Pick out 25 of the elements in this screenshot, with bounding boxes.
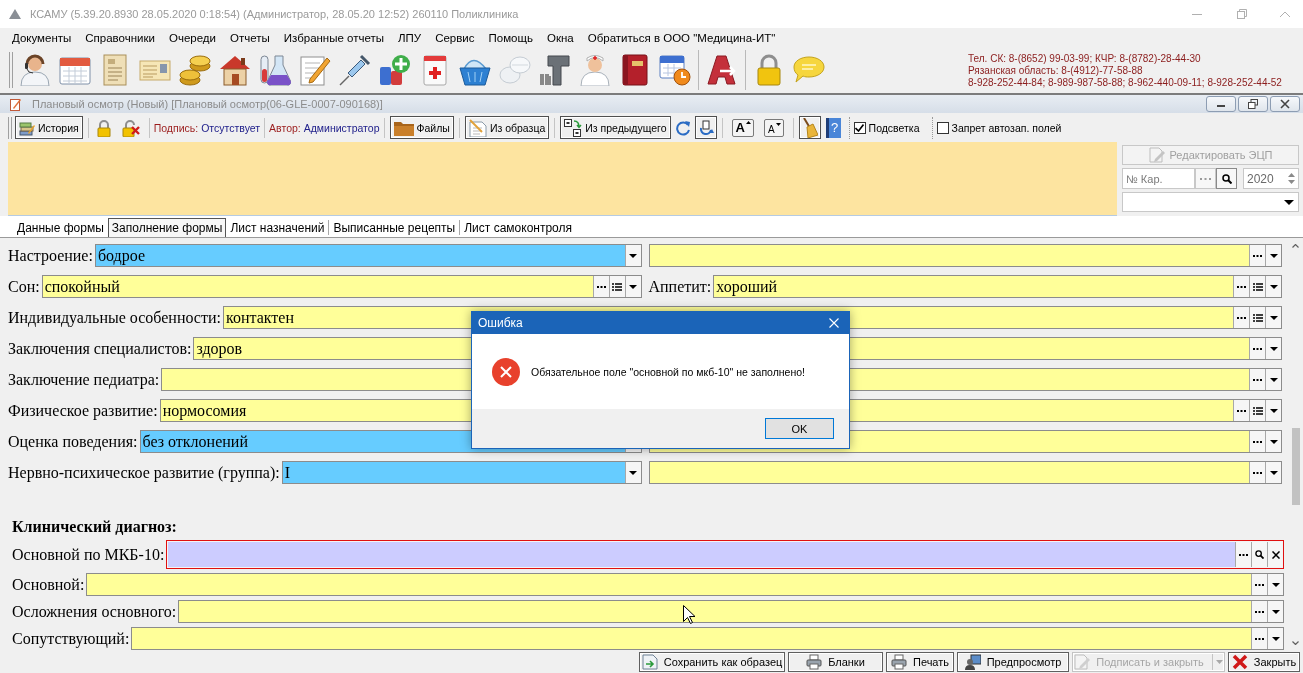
field-label: Заключения специалистов: [8,339,192,358]
window-title: КСАМУ (5.39.20.8930 28.05.2020 0:18:54) (Администратор, 28.05.20 12:52) 260110 Поликлиника [30,8,519,20]
field-label: Осложнения основного: [12,602,177,621]
document-window-title: Плановый осмотр (Новый) [Плановый осмотр(06-GLE-0007-090168)] [32,98,383,110]
error-message: Обязательное поле "основной по мкб-10" не заполнено! [531,365,805,378]
field-label: Настроение: [8,246,93,265]
field-label: Сопутствующий: [12,629,130,648]
dialog-title: Ошибка [478,316,523,330]
field-label: Нервно-психическое развитие (группа): [8,463,280,482]
field-label: Основной: [12,575,85,594]
field-label: Оценка поведения: [8,432,138,451]
signature-value: Отсутствует [201,121,261,134]
field-label: Индивидуальные особенности: [8,308,221,327]
field-label: Сон: [8,277,40,296]
author-value: Администратор [303,121,380,134]
field-label: Аппетит: [648,277,712,296]
contact-phones: Рязанская область: 8-(4912)-77-58-88 [968,64,1143,77]
field-label: Основной по МКБ-10: [12,545,165,564]
field-label: Физическое развитие: [8,401,158,420]
contact-phones: 8-928-252-44-84; 8-989-987-58-88; 8-962-440-09-11; 8-928-252-44-52 [968,76,1282,89]
contact-phones: Тел. СК: 8-(8652) 99-03-99; КЧР: 8-(8782)-28-44-30 [968,52,1201,65]
section-heading: Клинический диагноз: [12,518,177,536]
field-label: Заключение педиатра: [8,370,160,389]
signature-label: Подпись: [153,121,199,134]
author-label: Автор: [269,121,301,134]
